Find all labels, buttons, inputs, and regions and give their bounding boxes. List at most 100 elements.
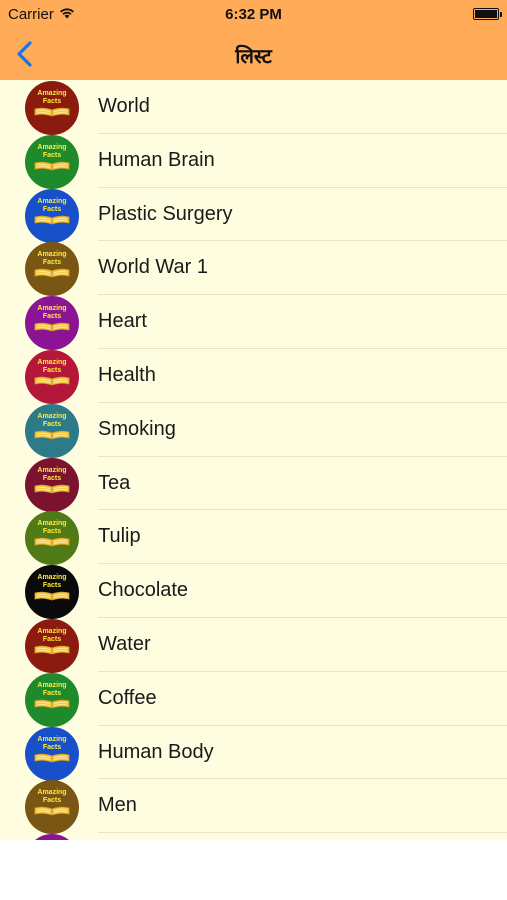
badge-line1: Amazing	[37, 90, 67, 97]
badge-line1: Amazing	[37, 197, 67, 205]
list-item-label: Human Body	[98, 740, 214, 763]
badge-line2: Facts	[42, 635, 62, 643]
amazing-facts-badge-icon: Amazing Facts	[25, 780, 79, 835]
badge-line1: Amazing	[37, 305, 67, 313]
list-item-label: World	[98, 95, 150, 117]
badge-line2: Facts	[42, 313, 62, 321]
list-item[interactable]: Amazing Facts Heart	[0, 295, 507, 351]
badge-line2: Facts	[42, 743, 62, 751]
battery-fill	[475, 10, 497, 18]
badge-line1: Amazing	[37, 574, 67, 582]
list-item-label: Water	[98, 632, 151, 655]
badge-line1: Amazing	[37, 681, 67, 689]
header: Carrier 6:32 PM लिस्ट	[0, 0, 507, 80]
list-item[interactable]: Amazing Facts Tulip	[0, 510, 507, 566]
amazing-facts-badge-icon: Amazing Facts	[25, 296, 79, 351]
badge-text: Amazing Facts	[25, 413, 79, 429]
list-item[interactable]: Amazing Facts Coffee	[0, 672, 507, 727]
badge-text: Amazing Facts	[25, 467, 79, 483]
badge-text: Amazing Facts	[25, 789, 79, 805]
badge-text: Amazing Facts	[25, 628, 79, 644]
list-item[interactable]: Amazing Facts Health	[0, 349, 507, 404]
list-item[interactable]: Amazing Facts Human Body	[0, 726, 507, 781]
book-icon	[34, 807, 70, 816]
amazing-facts-badge-icon: Amazing Facts	[25, 81, 79, 135]
list-item-label: Health	[98, 363, 156, 386]
list-item[interactable]: Amazing Facts Tea	[0, 457, 507, 512]
list-item[interactable]: Amazing Facts Water	[0, 618, 507, 673]
amazing-facts-badge-icon: Amazing Facts	[25, 403, 79, 458]
amazing-facts-badge-icon: Amazing Facts	[25, 618, 79, 673]
badge-line2: Facts	[42, 420, 62, 428]
badge-line2: Facts	[42, 528, 62, 536]
list-item[interactable]: Amazing Facts Men	[0, 779, 507, 835]
amazing-facts-badge-icon: Amazing Facts	[25, 134, 79, 189]
topic-list[interactable]: Amazing Facts World Amazing Facts Human …	[0, 80, 507, 840]
badge-line2: Facts	[42, 366, 62, 374]
book-icon	[34, 269, 70, 278]
book-icon	[34, 107, 70, 117]
badge-line2: Facts	[42, 205, 62, 213]
badge-text: Amazing Facts	[25, 682, 79, 698]
book-icon	[34, 538, 70, 547]
book-icon	[34, 376, 70, 386]
nav-bar: लिस्ट	[0, 28, 507, 80]
book-icon	[34, 161, 70, 171]
list-item-label: Heart	[98, 310, 147, 333]
amazing-facts-badge-icon: Amazing Facts	[25, 672, 79, 727]
amazing-facts-badge-icon: Amazing Facts	[25, 565, 79, 620]
book-icon	[34, 484, 70, 493]
amazing-facts-badge-icon: Amazing Facts	[25, 242, 79, 297]
list-item[interactable]: Amazing Facts Chocolate	[0, 564, 507, 620]
badge-text: Amazing Facts	[25, 574, 79, 590]
badge-text: Amazing Facts	[25, 305, 79, 321]
badge-text: Amazing Facts	[25, 359, 79, 375]
badge-line2: Facts	[42, 797, 62, 805]
badge-text: Amazing Facts	[25, 90, 79, 106]
badge-line2: Facts	[42, 259, 62, 267]
list-item-label: Human Brain	[98, 148, 215, 171]
badge-line2: Facts	[42, 582, 62, 590]
book-icon	[34, 699, 70, 709]
badge-line1: Amazing	[37, 627, 67, 635]
list-item-label: Tea	[98, 471, 131, 494]
badge-text: Amazing Facts	[25, 198, 79, 214]
list-item-label: World War 1	[98, 256, 209, 279]
list-item-label: Smoking	[98, 417, 176, 440]
list-item[interactable]: Amazing Facts	[0, 833, 507, 840]
badge-line2: Facts	[42, 474, 62, 482]
amazing-facts-badge-icon: Amazing Facts	[25, 726, 79, 781]
badge-line1: Amazing	[37, 412, 67, 420]
badge-line2: Facts	[42, 151, 62, 159]
book-icon	[34, 645, 70, 655]
badge-text: Amazing Facts	[25, 520, 79, 536]
app-screen: Carrier 6:32 PM लिस्ट Amazing Facts Worl…	[0, 0, 507, 840]
page-title: लिस्ट	[235, 46, 272, 68]
book-icon	[34, 322, 70, 332]
battery-icon	[473, 8, 502, 20]
book-icon	[34, 753, 70, 762]
list-item-label: Coffee	[98, 686, 157, 709]
list-item[interactable]: Amazing Facts Smoking	[0, 403, 507, 458]
amazing-facts-badge-icon: Amazing Facts	[25, 457, 79, 512]
list-item-label: Chocolate	[98, 579, 189, 602]
badge-text: Amazing Facts	[25, 736, 79, 752]
amazing-facts-badge-icon: Amazing Facts	[25, 188, 79, 243]
amazing-facts-badge-icon: Amazing Facts	[25, 834, 79, 840]
badge-text: Amazing Facts	[25, 251, 79, 267]
list-item-label: Tulip	[98, 525, 141, 548]
badge-line1: Amazing	[37, 466, 67, 474]
badge-line2: Facts	[42, 689, 62, 697]
list-item[interactable]: Amazing Facts Plastic Surgery	[0, 188, 507, 243]
status-time: 6:32 PM	[225, 6, 282, 23]
status-bar: Carrier 6:32 PM	[0, 0, 507, 28]
list-item-label: Plastic Surgery	[98, 202, 233, 225]
list-item[interactable]: Amazing Facts World	[0, 80, 507, 135]
amazing-facts-badge-icon: Amazing Facts	[25, 511, 79, 566]
list-item[interactable]: Amazing Facts Human Brain	[0, 134, 507, 189]
badge-text: Amazing Facts	[25, 144, 79, 160]
badge-line2: Facts	[42, 98, 62, 105]
book-icon	[34, 591, 70, 601]
list-item[interactable]: Amazing Facts World War 1	[0, 241, 507, 297]
amazing-facts-badge-icon: Amazing Facts	[25, 349, 79, 404]
